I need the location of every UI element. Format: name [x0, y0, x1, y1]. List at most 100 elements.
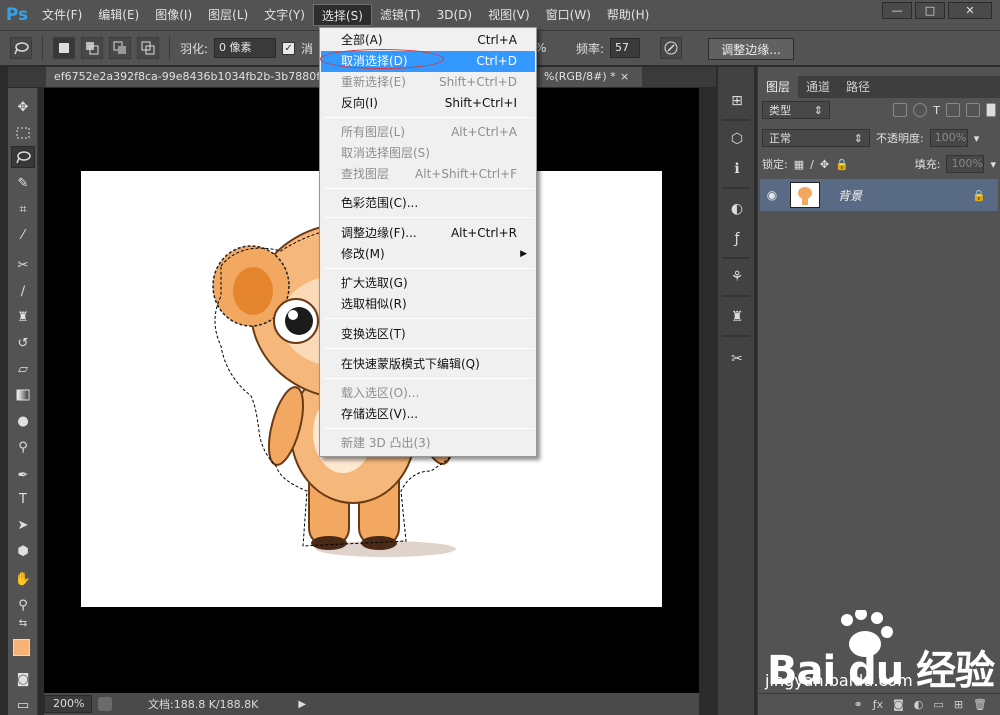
- status-menu-arrow-icon[interactable]: ▶: [298, 699, 306, 710]
- history-brush-tool-icon[interactable]: ↺: [11, 332, 35, 354]
- menu-item-color-range[interactable]: 色彩范围(C)...: [321, 193, 535, 214]
- lasso-preset-icon[interactable]: [10, 37, 32, 59]
- filter-type-icon[interactable]: T: [933, 104, 940, 117]
- menu-item-find-layers[interactable]: 查找图层 Alt+Shift+Ctrl+F: [321, 164, 535, 185]
- info-panel-icon[interactable]: ℹ: [724, 157, 750, 181]
- menu-view[interactable]: 视图(V): [480, 4, 538, 26]
- menu-item-all-layers[interactable]: 所有图层(L) Alt+Ctrl+A: [321, 122, 535, 143]
- hand-tool-icon[interactable]: ✋: [11, 568, 35, 590]
- pen-pressure-icon[interactable]: [660, 37, 682, 59]
- intersect-selection-icon[interactable]: [137, 37, 159, 59]
- tab-channels[interactable]: 通道: [798, 76, 838, 98]
- opacity-dropdown-icon[interactable]: ▾: [974, 132, 980, 145]
- quick-mask-icon[interactable]: ◙: [11, 668, 35, 690]
- brush-tool-icon[interactable]: ∕: [11, 280, 35, 302]
- filter-shape-icon[interactable]: [946, 103, 960, 117]
- document-tab-close-icon[interactable]: ×: [620, 67, 629, 87]
- link-layers-icon[interactable]: ⚭: [854, 698, 863, 711]
- clone-stamp-tool-icon[interactable]: ♜: [11, 306, 35, 328]
- menu-item-refine-edge[interactable]: 调整边缘(F)... Alt+Ctrl+R: [321, 223, 535, 244]
- lock-transparent-icon[interactable]: ▦: [794, 158, 804, 171]
- menu-image[interactable]: 图像(I): [147, 4, 200, 26]
- subtract-from-selection-icon[interactable]: [109, 37, 131, 59]
- delete-layer-icon[interactable]: 🗑: [973, 698, 987, 711]
- new-layer-icon[interactable]: ⊞: [954, 698, 963, 711]
- adjustment-layer-icon[interactable]: ◐: [914, 698, 924, 711]
- layer-row-background[interactable]: ◉ 背景 🔒: [760, 179, 998, 211]
- menu-item-similar[interactable]: 选取相似(R): [321, 294, 535, 315]
- add-mask-icon[interactable]: ◙: [893, 698, 904, 711]
- menu-layer[interactable]: 图层(L): [200, 4, 256, 26]
- menu-item-deselect-layers[interactable]: 取消选择图层(S): [321, 143, 535, 164]
- gradient-tool-icon[interactable]: [11, 384, 35, 406]
- feather-input[interactable]: 0 像素: [214, 38, 277, 58]
- menu-edit[interactable]: 编辑(E): [90, 4, 147, 26]
- adjustments-panel-icon[interactable]: ◐: [724, 197, 750, 221]
- move-tool-icon[interactable]: ✥: [11, 96, 35, 118]
- crop-tool-icon[interactable]: ⌗: [11, 198, 35, 220]
- filter-adjustment-icon[interactable]: [913, 103, 928, 117]
- filter-kind-select[interactable]: 类型 ⇕: [762, 101, 830, 119]
- menu-item-quick-mask[interactable]: 在快速蒙版模式下编辑(Q): [321, 354, 535, 375]
- zoom-tool-icon[interactable]: ⚲: [11, 594, 35, 616]
- lock-image-icon[interactable]: ∕: [810, 158, 814, 171]
- blur-tool-icon[interactable]: ●: [11, 410, 35, 432]
- menu-filter[interactable]: 滤镜(T): [372, 4, 429, 26]
- refine-edge-button[interactable]: 调整边缘...: [708, 38, 794, 60]
- brush-presets-panel-icon[interactable]: ⚘: [724, 265, 750, 289]
- lasso-tool-icon[interactable]: [11, 146, 35, 168]
- swap-colors-icon[interactable]: ⇆: [11, 616, 35, 630]
- menu-window[interactable]: 窗口(W): [538, 4, 599, 26]
- path-selection-tool-icon[interactable]: ➤: [11, 514, 35, 536]
- menu-item-modify[interactable]: 修改(M) ▶: [321, 244, 535, 265]
- type-tool-icon[interactable]: T: [11, 488, 35, 510]
- eyedropper-tool-icon[interactable]: ⁄: [11, 224, 35, 246]
- styles-panel-icon[interactable]: ƒ: [724, 227, 750, 251]
- clone-source-panel-icon[interactable]: ♜: [724, 305, 750, 329]
- menu-select[interactable]: 选择(S): [312, 4, 372, 26]
- marquee-tool-icon[interactable]: [11, 122, 35, 144]
- menu-item-save-selection[interactable]: 存储选区(V)...: [321, 404, 535, 425]
- eraser-tool-icon[interactable]: ▱: [11, 358, 35, 380]
- menu-help[interactable]: 帮助(H): [599, 4, 657, 26]
- new-selection-icon[interactable]: [53, 37, 75, 59]
- screen-mode-icon[interactable]: ▭: [11, 694, 35, 715]
- filter-smart-object-icon[interactable]: [966, 103, 980, 117]
- menu-item-transform-selection[interactable]: 变换选区(T): [321, 324, 535, 345]
- foreground-color-swatch[interactable]: [13, 639, 30, 656]
- quick-selection-tool-icon[interactable]: ✎: [11, 172, 35, 194]
- tab-paths[interactable]: 路径: [838, 76, 878, 98]
- 3d-panel-icon[interactable]: ⬡: [724, 127, 750, 151]
- lock-position-icon[interactable]: ✥: [820, 158, 829, 171]
- menu-item-load-selection[interactable]: 载入选区(O)...: [321, 383, 535, 404]
- lock-all-icon[interactable]: 🔒: [835, 158, 849, 171]
- menu-item-grow[interactable]: 扩大选取(G): [321, 273, 535, 294]
- new-group-icon[interactable]: ▭: [933, 698, 943, 711]
- blend-mode-select[interactable]: 正常 ⇕: [762, 129, 870, 147]
- visibility-eye-icon[interactable]: ◉: [760, 188, 784, 202]
- tab-layers[interactable]: 图层: [758, 76, 799, 98]
- menu-item-new-3d-extrusion[interactable]: 新建 3D 凸出(3): [321, 433, 535, 454]
- layer-style-icon[interactable]: ƒx: [873, 698, 883, 711]
- healing-brush-tool-icon[interactable]: ✂: [11, 254, 35, 276]
- dodge-tool-icon[interactable]: ⚲: [11, 436, 35, 458]
- menu-item-inverse[interactable]: 反向(I) Shift+Ctrl+I: [321, 93, 535, 114]
- opacity-input[interactable]: 100%: [929, 129, 968, 147]
- maximize-button[interactable]: □: [915, 2, 945, 19]
- menu-3d[interactable]: 3D(D): [429, 4, 480, 26]
- filter-toggle-icon[interactable]: [986, 103, 996, 117]
- minimize-button[interactable]: —: [882, 2, 912, 19]
- status-info-icon[interactable]: [98, 697, 112, 711]
- history-panel-icon[interactable]: ⊞: [724, 89, 750, 113]
- antialias-checkbox[interactable]: ✓: [282, 41, 296, 55]
- frequency-input[interactable]: 57: [610, 38, 641, 58]
- zoom-level-field[interactable]: 200%: [44, 695, 92, 713]
- fill-dropdown-icon[interactable]: ▾: [990, 158, 996, 171]
- shape-tool-icon[interactable]: ⬢: [11, 540, 35, 562]
- fill-input[interactable]: 100%: [946, 155, 985, 173]
- menu-item-select-all[interactable]: 全部(A) Ctrl+A: [321, 30, 535, 51]
- tool-presets-panel-icon[interactable]: ✂: [724, 347, 750, 371]
- close-window-button[interactable]: ✕: [948, 2, 992, 19]
- filter-pixel-icon[interactable]: [893, 103, 908, 117]
- menu-type[interactable]: 文字(Y): [256, 4, 313, 26]
